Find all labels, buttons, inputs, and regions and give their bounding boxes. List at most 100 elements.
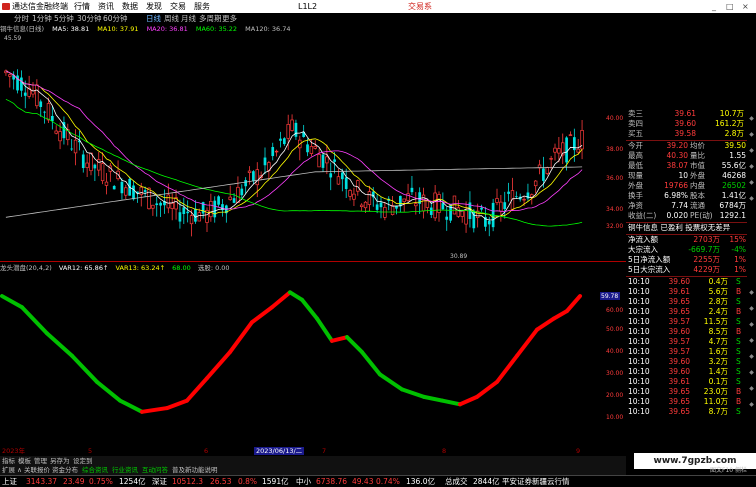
tab-industry-news[interactable]: 行业资讯 — [112, 466, 138, 475]
tab-set-to[interactable]: 设定到 — [73, 456, 93, 466]
tab-related-quotes[interactable]: 关联报价 — [24, 466, 50, 475]
tab-qa[interactable]: 互动问答 — [142, 466, 168, 475]
tab-indicator[interactable]: 指标 — [2, 456, 15, 466]
candle-body — [39, 101, 43, 107]
candle-body — [170, 202, 174, 209]
tick-side: B — [736, 397, 742, 406]
maximize-button[interactable]: □ — [726, 0, 734, 13]
tab-template[interactable]: 模板 — [18, 456, 31, 466]
info-row: 铜牛信息 已盈利 投票权无差异 — [626, 223, 747, 233]
sh-label[interactable]: 上证 — [2, 476, 17, 487]
candle-body — [495, 198, 499, 203]
menu-news[interactable]: 资讯 — [98, 0, 114, 13]
menu-data[interactable]: 数据 — [122, 0, 138, 13]
sz-value: 10512.3 — [172, 477, 204, 486]
quote-label: 内盘 — [690, 181, 705, 190]
toolbar-icon[interactable]: ◆ — [748, 337, 755, 344]
app-title: 通达信金融终端 — [12, 2, 68, 11]
candle-body — [336, 176, 341, 185]
candle-body — [445, 216, 449, 220]
tick-side: S — [736, 347, 741, 356]
total-label: 总成交 — [445, 477, 468, 486]
tick-time: 10:10 — [628, 397, 650, 406]
period-multi[interactable]: 多周期 — [199, 13, 222, 24]
menu-market[interactable]: 行情 — [74, 0, 90, 13]
tick-row: 10:10 39.60 0.4万 S — [626, 277, 747, 287]
toolbar-icon[interactable]: ◆ — [748, 321, 755, 328]
toolbar-icon[interactable]: ◆ — [748, 147, 755, 154]
quote-label: 股本 — [690, 191, 705, 200]
flow-label: 净流入额 — [628, 235, 658, 244]
menu-l1l2[interactable]: L1L2 — [298, 0, 317, 13]
tick-row: 10:10 39.61 5.6万 B — [626, 287, 747, 297]
trade-system-link[interactable]: 交易系 — [408, 0, 432, 13]
minimize-button[interactable]: _ — [712, 0, 716, 13]
sz-percent: 0.8% — [238, 477, 258, 486]
menu-trade[interactable]: 交易 — [170, 0, 186, 13]
toolbar-icon[interactable]: ◆ — [748, 115, 755, 122]
sz-label[interactable]: 深证 — [152, 476, 167, 487]
candlestick-chart[interactable]: 45.59 30.89 — [0, 34, 600, 260]
tab-save-as[interactable]: 另存为 — [50, 456, 70, 466]
toolbar-icon[interactable]: ◆ — [748, 353, 755, 360]
expand-toggle[interactable]: 扩展 ∧ — [2, 466, 22, 475]
candle-body — [549, 158, 553, 160]
toolbar-icon[interactable]: ◆ — [748, 131, 755, 138]
indicator-chart[interactable] — [0, 273, 600, 444]
toolbar-icon[interactable]: ◆ — [748, 385, 755, 392]
candle-body — [545, 167, 549, 174]
level-label: 68.00 — [172, 264, 191, 272]
indicator-falling-segment — [378, 372, 404, 392]
zx-label[interactable]: 中小 — [296, 476, 311, 487]
candle-body — [43, 111, 46, 113]
tab-general-news[interactable]: 综合资讯 — [82, 466, 108, 475]
news-ticker[interactable]: 平安证券新疆云行情 — [502, 476, 570, 487]
candle-body — [178, 212, 182, 222]
candle-body — [186, 211, 190, 214]
quote-label: 市值 — [690, 161, 705, 170]
tab-new-features[interactable]: 普及新功能说明 — [172, 466, 218, 475]
toolbar-icon[interactable]: ◆ — [748, 163, 755, 170]
toolbar-icon[interactable]: ◆ — [748, 289, 755, 296]
book-price: 39.60 — [674, 119, 696, 128]
toolbar-icon[interactable]: ◆ — [748, 195, 755, 202]
candle-body — [236, 186, 240, 204]
candle-body — [572, 137, 576, 151]
period-monthly[interactable]: 月线 — [181, 13, 196, 24]
menu-discover[interactable]: 发现 — [146, 0, 162, 13]
price-tick: 36.00 — [606, 175, 623, 182]
tick-side: S — [736, 317, 741, 326]
period-60min[interactable]: 60分钟 — [103, 13, 128, 24]
period-intraday[interactable]: 分时 — [14, 13, 29, 24]
candle-body — [112, 185, 116, 190]
candle-body — [213, 200, 217, 218]
close-button[interactable]: × — [742, 0, 749, 13]
period-more[interactable]: 更多 — [222, 13, 237, 24]
date-tick: 6 — [204, 447, 209, 455]
period-weekly[interactable]: 周线 — [164, 13, 179, 24]
indicator-tick: 60.00 — [606, 307, 623, 314]
toolbar-icon[interactable]: ◆ — [748, 305, 755, 312]
quote-label: 最低 — [628, 161, 643, 170]
candle-body — [565, 137, 568, 163]
quote-label: 外盘 — [690, 171, 705, 180]
toolbar-icon[interactable]: ◆ — [748, 369, 755, 376]
period-30min[interactable]: 30分钟 — [77, 13, 102, 24]
pane-divider — [0, 261, 626, 262]
menu-service[interactable]: 服务 — [194, 0, 210, 13]
period-1min[interactable]: 1分钟 — [32, 13, 52, 24]
indicator-falling-segment — [422, 394, 444, 403]
tab-manage[interactable]: 管理 — [34, 456, 47, 466]
indicator-falling-segment — [315, 316, 334, 343]
period-daily[interactable]: 日线 — [146, 13, 161, 24]
period-5min[interactable]: 5分钟 — [54, 13, 74, 24]
candle-body — [325, 156, 329, 164]
toolbar-icon[interactable]: ◆ — [748, 401, 755, 408]
indicator-tab-bar: 指标 模板 管理 另存为 设定到 — [0, 456, 626, 466]
tick-volume: 8.7万 — [708, 407, 728, 416]
toolbar-icon[interactable]: ◆ — [748, 179, 755, 186]
candle-body — [155, 203, 159, 206]
tab-fund-distribution[interactable]: 资金分布 — [52, 466, 78, 475]
f10-sidebar-link[interactable]: 图文F10 侧栏 — [626, 467, 747, 475]
quote-value: 0.020 — [666, 211, 688, 220]
